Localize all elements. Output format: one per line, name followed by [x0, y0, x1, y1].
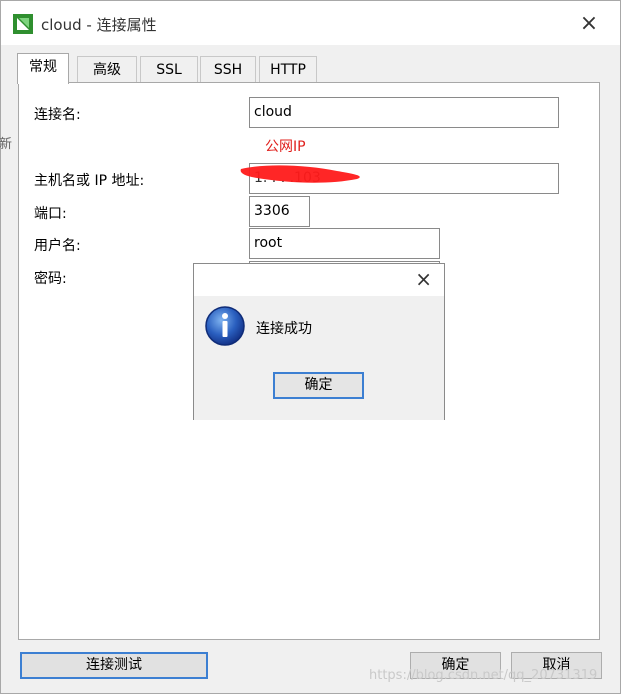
username-input[interactable]: root — [249, 228, 440, 259]
password-label: 密码: — [34, 271, 67, 287]
redaction-scribble — [240, 165, 360, 183]
tab-general[interactable]: 常规 — [17, 53, 69, 84]
title-bar: cloud - 连接属性 × — [1, 1, 620, 45]
host-label: 主机名或 IP 地址: — [34, 173, 145, 189]
connection-properties-window: cloud - 连接属性 × 新 常规 高级 SSL SSH HTTP 连接名:… — [0, 0, 621, 694]
dialog-title-bar: × — [194, 264, 444, 296]
tab-ssl[interactable]: SSL — [140, 56, 198, 83]
test-connection-button[interactable]: 连接测试 — [20, 652, 208, 679]
app-icon — [13, 14, 33, 34]
port-input[interactable]: 3306 — [249, 196, 310, 227]
connection-name-label: 连接名: — [34, 107, 81, 123]
tab-advanced[interactable]: 高级 — [77, 56, 137, 83]
port-label: 端口: — [34, 206, 67, 222]
info-icon — [205, 306, 245, 346]
dialog-ok-button[interactable]: 确定 — [273, 372, 364, 399]
username-label: 用户名: — [34, 238, 81, 254]
window-title: cloud - 连接属性 — [41, 16, 157, 34]
dialog-message: 连接成功 — [256, 321, 312, 337]
close-icon[interactable]: × — [575, 11, 603, 39]
dialog-close-icon[interactable]: × — [415, 267, 432, 291]
connection-name-input[interactable]: cloud — [249, 97, 559, 128]
tab-http[interactable]: HTTP — [259, 56, 317, 83]
dialog-body: 连接成功 确定 — [194, 296, 444, 420]
tab-ssh[interactable]: SSH — [200, 56, 256, 83]
connection-success-dialog: × 连接成功 确定 — [193, 263, 445, 420]
public-ip-note: 公网IP — [265, 139, 306, 155]
background-edge-text: 新 — [0, 137, 13, 152]
watermark: https://blog.csdn.net/qq_20731319 — [369, 668, 598, 683]
